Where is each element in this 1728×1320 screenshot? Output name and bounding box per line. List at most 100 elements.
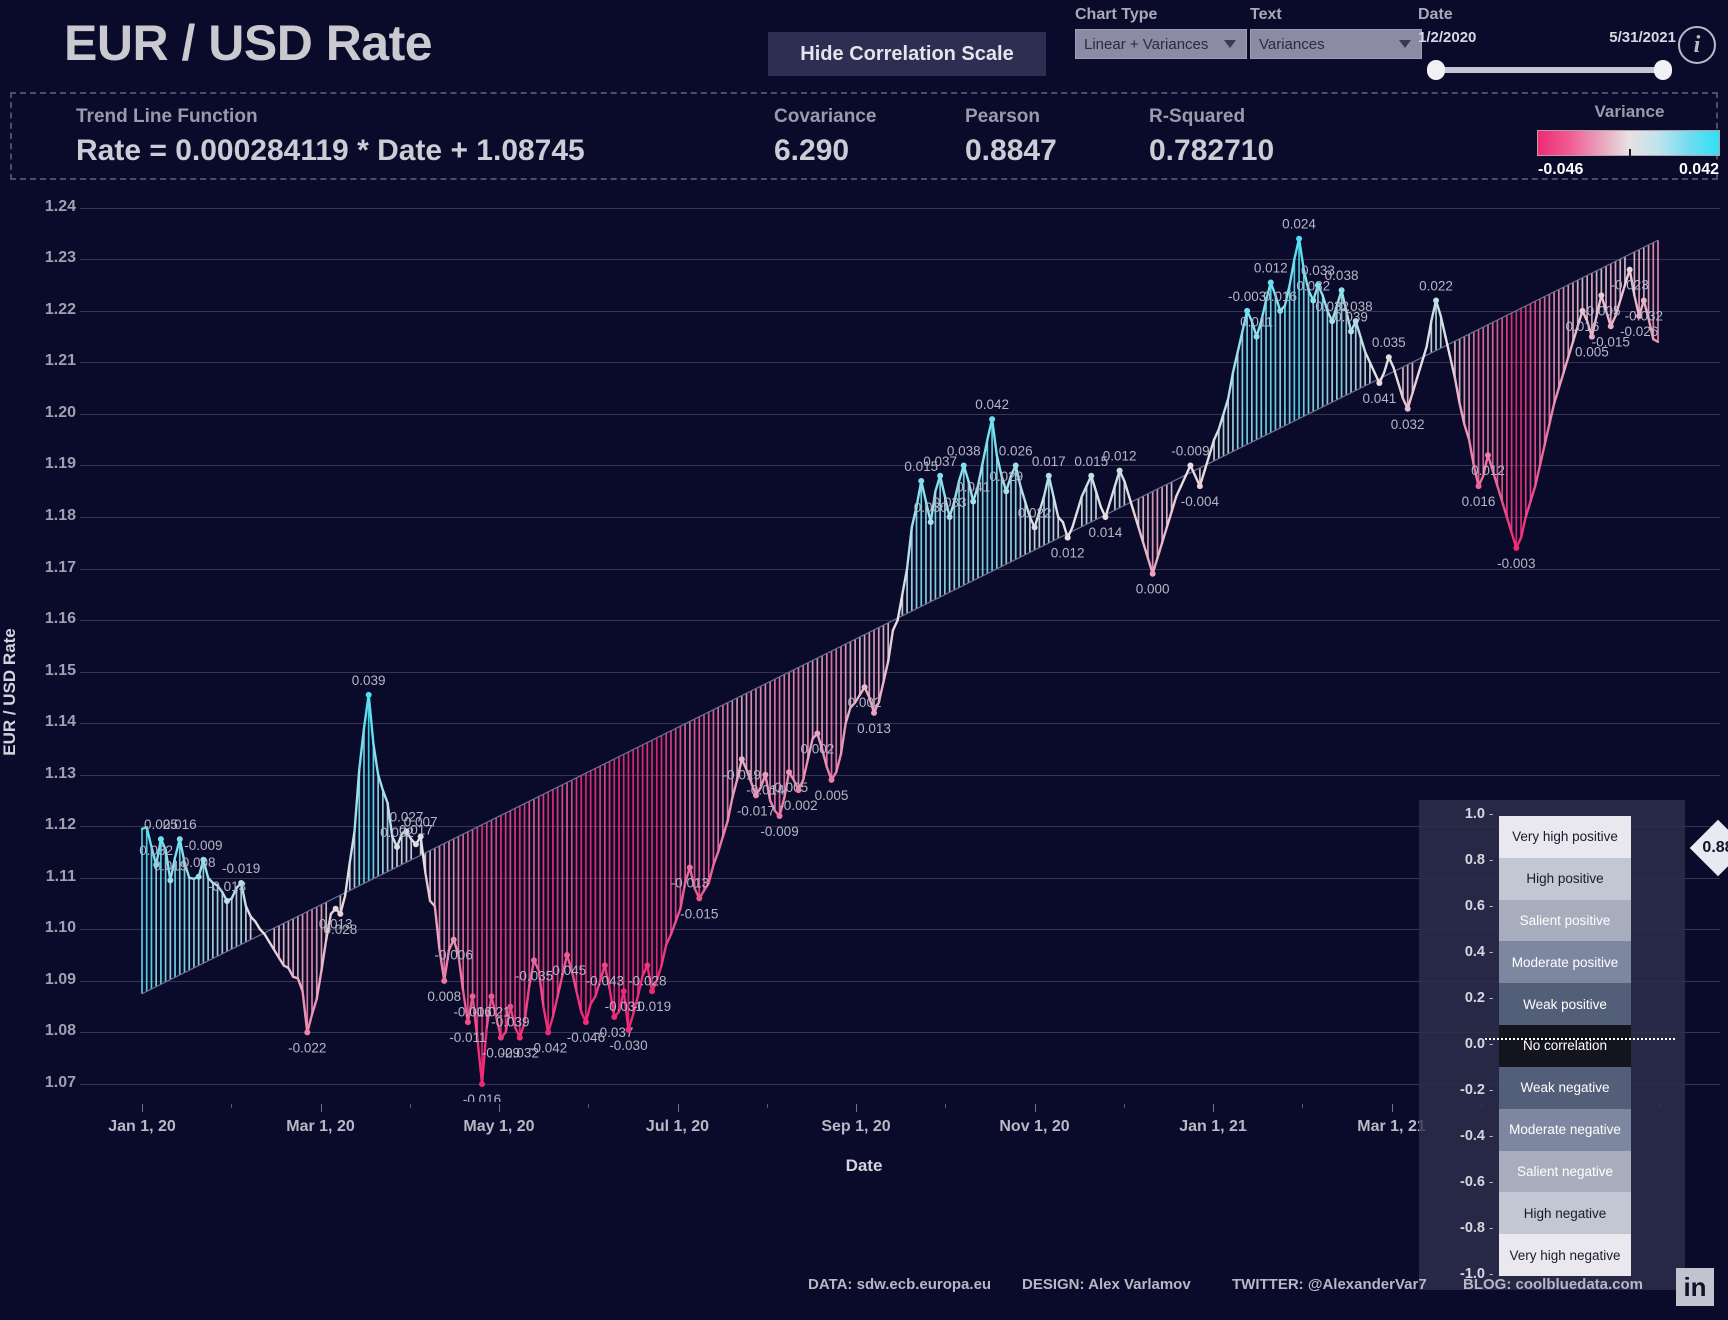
data-point[interactable] — [157, 836, 164, 843]
data-point[interactable] — [1102, 514, 1109, 521]
data-point[interactable] — [1640, 297, 1647, 304]
data-point[interactable] — [1513, 544, 1520, 551]
data-point[interactable] — [970, 498, 977, 505]
data-point[interactable] — [795, 787, 802, 794]
data-point[interactable] — [927, 519, 934, 526]
data-point[interactable] — [776, 812, 783, 819]
data-point[interactable] — [946, 514, 953, 521]
data-point[interactable] — [918, 477, 925, 484]
data-point[interactable] — [686, 864, 693, 871]
data-point[interactable] — [394, 843, 401, 850]
data-point[interactable] — [762, 771, 769, 778]
correlation-band[interactable]: Moderate negative — [1499, 1108, 1631, 1151]
data-point[interactable] — [814, 730, 821, 737]
text-select[interactable]: Variances — [1250, 29, 1422, 59]
data-point[interactable] — [1475, 483, 1482, 490]
data-point[interactable] — [1253, 333, 1260, 340]
correlation-band[interactable]: Salient negative — [1499, 1150, 1631, 1193]
correlation-band[interactable]: High negative — [1499, 1192, 1631, 1235]
data-point[interactable] — [960, 462, 967, 469]
data-point[interactable] — [1088, 472, 1095, 479]
data-point[interactable] — [644, 962, 651, 969]
correlation-band[interactable]: Very high positive — [1499, 816, 1631, 858]
data-point[interactable] — [937, 472, 944, 479]
data-point[interactable] — [497, 1034, 504, 1041]
chart-type-select[interactable]: Linear + Variances — [1075, 29, 1247, 59]
data-point[interactable] — [200, 856, 207, 863]
correlation-band[interactable]: No correlation — [1499, 1025, 1631, 1067]
data-point[interactable] — [1598, 292, 1605, 299]
data-point[interactable] — [479, 1080, 486, 1087]
correlation-band[interactable]: Salient positive — [1499, 899, 1631, 942]
data-point[interactable] — [861, 684, 868, 691]
data-point[interactable] — [989, 416, 996, 423]
data-point[interactable] — [582, 1019, 589, 1026]
data-point[interactable] — [1045, 472, 1052, 479]
data-point[interactable] — [1348, 328, 1355, 335]
data-point[interactable] — [1187, 462, 1194, 469]
data-point[interactable] — [601, 962, 608, 969]
data-point[interactable] — [545, 1029, 552, 1036]
data-point[interactable] — [337, 910, 344, 917]
data-point[interactable] — [786, 769, 793, 776]
slider-handle-end[interactable] — [1654, 60, 1672, 80]
correlation-band[interactable]: Weak positive — [1499, 983, 1631, 1026]
data-point[interactable] — [1012, 462, 1019, 469]
data-point[interactable] — [167, 877, 174, 884]
data-point[interactable] — [195, 873, 202, 880]
data-point[interactable] — [1484, 452, 1491, 459]
linkedin-icon[interactable]: in — [1676, 1268, 1714, 1306]
data-point[interactable] — [828, 776, 835, 783]
data-point[interactable] — [1149, 570, 1156, 577]
slider-handle-start[interactable] — [1427, 60, 1445, 80]
hide-correlation-scale-button[interactable]: Hide Correlation Scale — [768, 32, 1046, 76]
data-point[interactable] — [1031, 524, 1038, 531]
data-point[interactable] — [1116, 467, 1123, 474]
data-point[interactable] — [417, 833, 424, 840]
data-point[interactable] — [1607, 323, 1614, 330]
data-point[interactable] — [464, 1019, 471, 1026]
data-point[interactable] — [1196, 483, 1203, 490]
data-point[interactable] — [441, 977, 448, 984]
data-point[interactable] — [1314, 282, 1321, 289]
data-point[interactable] — [332, 905, 339, 912]
correlation-band[interactable]: Weak negative — [1499, 1066, 1631, 1109]
data-point[interactable] — [1338, 287, 1345, 294]
data-point[interactable] — [871, 709, 878, 716]
date-range-slider[interactable] — [1427, 60, 1672, 80]
data-point[interactable] — [488, 993, 495, 1000]
data-point[interactable] — [507, 1003, 514, 1010]
data-point[interactable] — [224, 897, 231, 904]
data-point[interactable] — [450, 936, 457, 943]
data-point[interactable] — [1244, 307, 1251, 314]
data-point[interactable] — [1376, 380, 1383, 387]
data-point[interactable] — [564, 952, 571, 959]
data-point[interactable] — [1064, 534, 1071, 541]
data-point[interactable] — [1626, 266, 1633, 273]
correlation-band[interactable]: High positive — [1499, 857, 1631, 900]
data-point[interactable] — [238, 879, 245, 886]
data-point[interactable] — [516, 1034, 523, 1041]
data-point[interactable] — [1433, 297, 1440, 304]
data-point[interactable] — [611, 1013, 618, 1020]
data-point[interactable] — [738, 756, 745, 763]
data-point[interactable] — [365, 691, 372, 698]
data-point[interactable] — [649, 988, 656, 995]
data-point[interactable] — [1404, 405, 1411, 412]
data-point[interactable] — [696, 895, 703, 902]
data-point[interactable] — [1385, 354, 1392, 361]
data-point[interactable] — [412, 841, 419, 848]
data-point[interactable] — [304, 1029, 311, 1036]
data-point[interactable] — [625, 1026, 632, 1033]
data-point[interactable] — [1352, 318, 1359, 325]
data-point[interactable] — [1277, 307, 1284, 314]
data-point[interactable] — [176, 836, 183, 843]
data-point[interactable] — [620, 988, 627, 995]
info-icon[interactable]: i — [1678, 26, 1716, 64]
correlation-band[interactable]: Moderate positive — [1499, 941, 1631, 984]
data-point[interactable] — [1003, 488, 1010, 495]
data-point[interactable] — [1267, 279, 1274, 286]
data-point[interactable] — [1296, 235, 1303, 242]
data-point[interactable] — [530, 957, 537, 964]
data-point[interactable] — [469, 993, 476, 1000]
